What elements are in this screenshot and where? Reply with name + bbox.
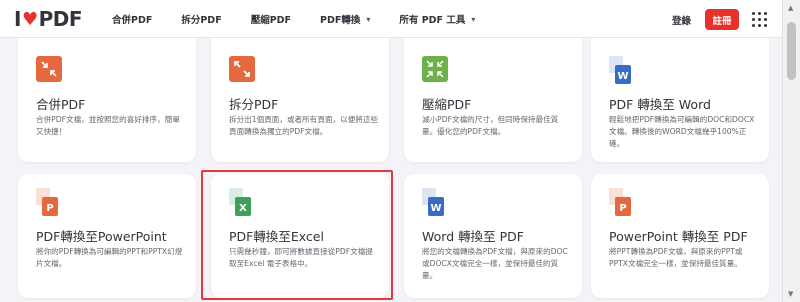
tool-description: 拆分出1個頁面，或者所有頁面，以便將這些頁面轉換為獨立的PDF文檔。 xyxy=(229,115,379,136)
svg-text:W: W xyxy=(617,71,628,82)
excel-icon: X xyxy=(229,188,251,216)
powerpoint-icon: P xyxy=(609,188,631,216)
tool-card-merge-pdf[interactable]: 合併PDF 合併PDF文檔，並按照您的喜好排序，簡單又快捷！ xyxy=(18,38,196,162)
tool-card-compress-pdf[interactable]: 壓縮PDF 減小PDF文檔的尺寸，但同時保持最佳質量。優化您的PDF文檔。 xyxy=(404,38,582,162)
tool-description: 合併PDF文檔，並按照您的喜好排序，簡單又快捷！ xyxy=(36,115,180,136)
word-icon: W xyxy=(422,188,444,216)
apps-grid-icon[interactable] xyxy=(752,12,768,28)
word-icon: W xyxy=(609,56,631,84)
tool-title: 壓縮PDF xyxy=(422,97,472,112)
tool-card-word-to-pdf[interactable]: W Word 轉換至 PDF 將您的文檔轉換為PDF文檔，與原來的DOC或DOC… xyxy=(404,174,582,298)
chevron-down-icon: ▾ xyxy=(366,14,371,24)
tool-title: Word 轉換至 PDF xyxy=(422,229,524,244)
scroll-down-arrow-icon[interactable]: ▼ xyxy=(788,290,793,298)
heart-icon: ♥ xyxy=(21,8,38,30)
register-button[interactable]: 註冊 xyxy=(705,9,739,30)
split-icon xyxy=(229,56,255,82)
tool-description: 只需幾秒鐘，即可將數據直接從PDF文檔提取至Excel 電子表格中。 xyxy=(229,247,373,268)
nav-split-pdf[interactable]: 拆分PDF xyxy=(181,12,221,26)
nav-label: 壓縮PDF xyxy=(250,15,292,26)
tool-card-pdf-to-powerpoint[interactable]: P PDF轉換至PowerPoint 將你的PDF轉換為可編輯的PPT和PPTX… xyxy=(18,174,196,298)
nav-label: PDF轉換 xyxy=(320,15,361,26)
tool-title: 合併PDF xyxy=(36,97,86,112)
merge-icon xyxy=(36,56,62,82)
nav-merge-pdf[interactable]: 合併PDF xyxy=(112,12,152,26)
svg-text:P: P xyxy=(46,203,53,214)
nav-convert-pdf-dropdown[interactable]: PDF轉換 ▾ xyxy=(320,12,371,27)
tool-card-powerpoint-to-pdf[interactable]: P PowerPoint 轉換至 PDF 將PPT轉換為PDF文檔，與原來的PP… xyxy=(591,174,769,298)
logo-text-i: I xyxy=(14,7,21,31)
top-navbar: I ♥ PDF 合併PDF 拆分PDF 壓縮PDF PDF轉換 ▾ 所有 PDF … xyxy=(0,0,782,38)
compress-icon xyxy=(422,56,448,82)
svg-text:X: X xyxy=(239,203,247,214)
logo-text-pdf: PDF xyxy=(38,7,83,31)
svg-text:P: P xyxy=(619,203,626,214)
login-link[interactable]: 登錄 xyxy=(672,13,691,27)
tool-title: PowerPoint 轉換至 PDF xyxy=(609,229,748,244)
tool-title: PDF 轉換至 Word xyxy=(609,97,711,112)
svg-text:W: W xyxy=(430,203,441,214)
scrollbar-thumb[interactable] xyxy=(787,22,796,80)
ilovepdf-logo[interactable]: I ♥ PDF xyxy=(14,7,83,31)
tool-description: 將你的PDF轉換為可編輯的PPT和PPTX幻燈片文檔。 xyxy=(36,247,183,268)
tool-description: 減小PDF文檔的尺寸，但同時保持最佳質量。優化您的PDF文檔。 xyxy=(422,115,559,136)
tool-title: PDF轉換至Excel xyxy=(229,229,324,244)
main-nav: 合併PDF 拆分PDF 壓縮PDF PDF轉換 ▾ 所有 PDF 工具 ▾ xyxy=(112,0,504,38)
tool-description: 將您的文檔轉換為PDF文檔，與原來的DOC或DOCX文檔完全一樣，並保持最佳的質… xyxy=(422,247,568,280)
chevron-down-icon: ▾ xyxy=(471,14,476,24)
scroll-up-arrow-icon[interactable]: ▲ xyxy=(788,4,793,12)
nav-label: 合併PDF xyxy=(112,15,153,26)
powerpoint-icon: P xyxy=(36,188,58,216)
vertical-scrollbar[interactable]: ▲ ▼ xyxy=(782,0,800,302)
tool-card-split-pdf[interactable]: 拆分PDF 拆分出1個頁面，或者所有頁面，以便將這些頁面轉換為獨立的PDF文檔。 xyxy=(211,38,389,162)
nav-label: 所有 PDF 工具 xyxy=(399,15,466,26)
tool-description: 輕鬆地把PDF轉換為可編輯的DOC和DOCX文檔。轉換後的WORD文檔幾乎100… xyxy=(609,115,755,148)
nav-label: 拆分PDF xyxy=(181,15,222,26)
tool-card-pdf-to-excel[interactable]: X PDF轉換至Excel 只需幾秒鐘，即可將數據直接從PDF文檔提取至Exce… xyxy=(211,174,389,298)
nav-compress-pdf[interactable]: 壓縮PDF xyxy=(251,12,291,26)
tool-title: PDF轉換至PowerPoint xyxy=(36,229,167,244)
tool-description: 將PPT轉換為PDF文檔，與原來的PPT或PPTX文檔完全一樣，並保持最佳質量。 xyxy=(609,247,743,268)
nav-all-tools-dropdown[interactable]: 所有 PDF 工具 ▾ xyxy=(399,12,476,27)
tool-card-pdf-to-word[interactable]: W PDF 轉換至 Word 輕鬆地把PDF轉換為可編輯的DOC和DOCX文檔。… xyxy=(591,38,769,162)
tool-title: 拆分PDF xyxy=(229,97,279,112)
